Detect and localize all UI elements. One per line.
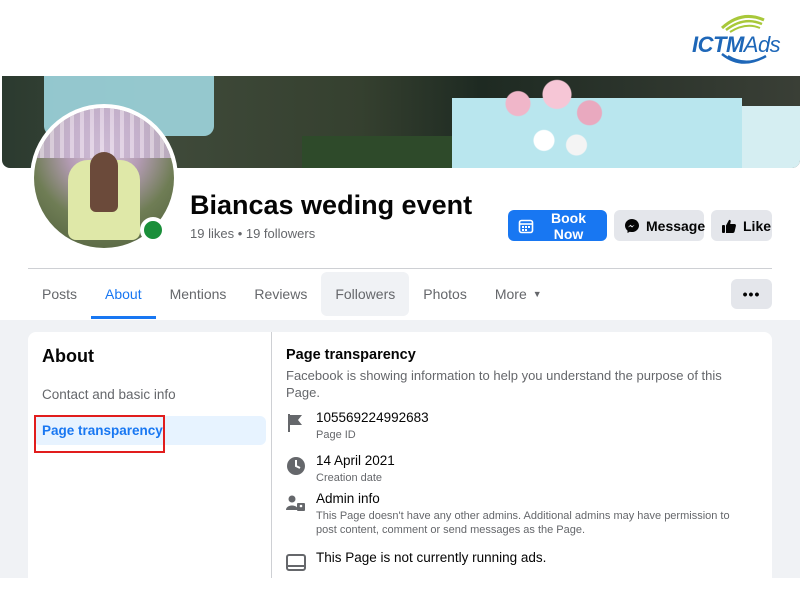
about-heading: About bbox=[42, 346, 94, 366]
ads-status-text: This Page is not currently running ads. bbox=[316, 550, 547, 565]
like-button[interactable]: Like bbox=[711, 210, 772, 241]
tab-about[interactable]: About bbox=[91, 272, 156, 319]
tab-posts[interactable]: Posts bbox=[28, 272, 91, 316]
message-label: Message bbox=[646, 217, 706, 234]
tab-reviews[interactable]: Reviews bbox=[240, 272, 321, 316]
page-id-row: 105569224992683 Page ID bbox=[286, 410, 429, 442]
transparency-description: Facebook is showing information to help … bbox=[286, 368, 722, 400]
tab-mentions[interactable]: Mentions bbox=[156, 272, 241, 316]
tab-followers[interactable]: Followers bbox=[321, 272, 410, 316]
messenger-icon bbox=[625, 218, 639, 233]
admin-info-title: Admin info bbox=[316, 491, 380, 506]
page-id-label: Page ID bbox=[316, 429, 356, 441]
brand-logo: ICTMAds bbox=[692, 10, 784, 66]
brand-name: ICTMAds bbox=[692, 32, 781, 57]
message-button[interactable]: Message bbox=[614, 210, 706, 241]
ads-status-row: This Page is not currently running ads. bbox=[286, 550, 546, 574]
tab-more[interactable]: More ▼ bbox=[481, 272, 556, 316]
admin-people-icon bbox=[286, 495, 305, 511]
tab-photos[interactable]: Photos bbox=[409, 272, 481, 316]
book-now-button[interactable]: Book Now bbox=[508, 209, 607, 242]
online-status-indicator bbox=[140, 217, 166, 243]
page-id-value: 105569224992683 bbox=[316, 410, 429, 425]
admin-info-text: This Page doesn't have any other admins.… bbox=[316, 510, 730, 536]
creation-date-row: 14 April 2021 Creation date bbox=[286, 453, 395, 485]
page-stats[interactable]: 19 likes • 19 followers bbox=[190, 226, 315, 241]
creation-date-label: Creation date bbox=[316, 472, 383, 484]
calendar-icon bbox=[518, 219, 534, 233]
card-divider bbox=[271, 332, 272, 578]
page-title: Biancas weding event bbox=[190, 190, 473, 220]
tab-more-label: More bbox=[494, 286, 527, 302]
sidebar-item-contact[interactable]: Contact and basic info bbox=[42, 387, 176, 402]
ads-screen-icon bbox=[286, 554, 306, 571]
annotation-highlight-box bbox=[34, 415, 165, 453]
flag-icon bbox=[288, 414, 302, 432]
like-label: Like bbox=[743, 217, 772, 234]
transparency-heading: Page transparency bbox=[286, 347, 416, 363]
clock-icon bbox=[287, 457, 305, 475]
creation-date-value: 14 April 2021 bbox=[316, 453, 395, 468]
caret-down-icon: ▼ bbox=[532, 289, 542, 299]
thumbs-up-icon bbox=[722, 219, 736, 233]
book-now-label: Book Now bbox=[551, 209, 586, 242]
admin-info-row: Admin info This Page doesn't have any ot… bbox=[286, 491, 746, 537]
header-divider bbox=[28, 268, 772, 269]
page-tabs: Posts About Mentions Reviews Followers P… bbox=[28, 272, 556, 319]
more-options-button[interactable]: ••• bbox=[731, 279, 772, 309]
